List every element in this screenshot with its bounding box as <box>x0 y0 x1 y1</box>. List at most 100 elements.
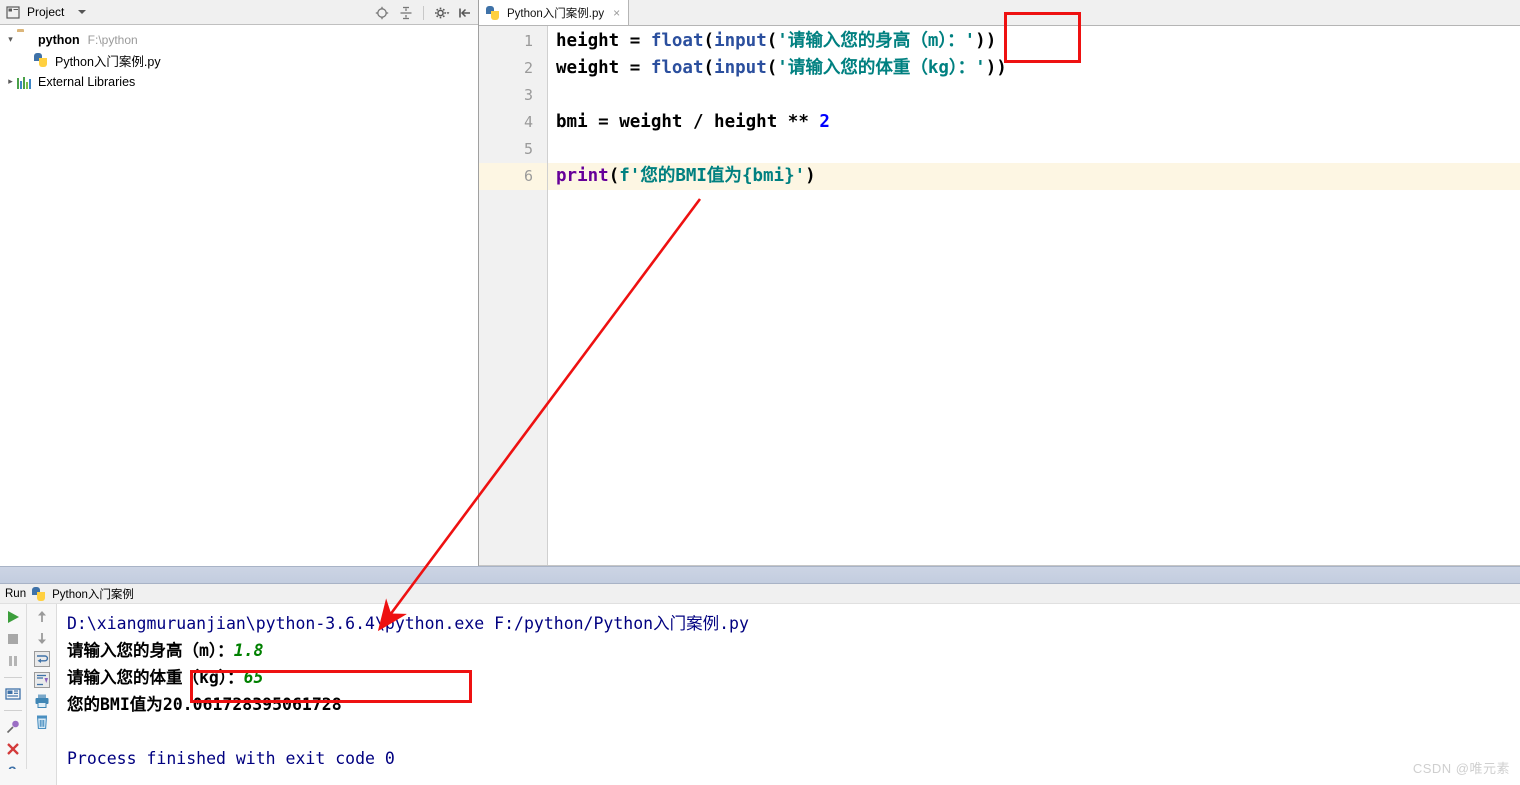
code-token: ( <box>766 31 778 51</box>
project-tool-window: Project ▾ python F:\python Python入门案例.py… <box>0 0 479 566</box>
line-number: 3 <box>523 86 533 104</box>
code-token: = <box>619 58 651 78</box>
libraries-icon <box>17 74 33 90</box>
tree-node-label: External Libraries <box>38 74 136 89</box>
project-view-icon[interactable] <box>6 5 21 20</box>
close-icon[interactable]: × <box>613 6 620 20</box>
code-token: )) <box>975 31 997 51</box>
project-panel-toolbar <box>375 0 472 25</box>
console-icon[interactable] <box>5 686 21 702</box>
settings-gear-icon[interactable] <box>434 6 450 20</box>
chevron-expanded-icon[interactable]: ▾ <box>4 34 17 45</box>
code-line[interactable]: print(f'您的BMI值为{bmi}') <box>548 163 1520 190</box>
print-icon[interactable] <box>34 693 50 709</box>
project-tree: ▾ python F:\python Python入门案例.py ▸ Exter… <box>0 25 478 92</box>
console-text: 20.061728395061728 <box>162 695 342 714</box>
code-token: '您的BMI值为 <box>629 166 742 186</box>
pin-icon[interactable] <box>5 719 21 735</box>
code-token: 2 <box>819 112 830 132</box>
trash-icon[interactable] <box>34 714 50 730</box>
code-token: weight <box>556 58 620 78</box>
console-text: 1.8 <box>233 641 264 660</box>
code-line[interactable]: bmi = weight / height ** 2 <box>548 109 1520 136</box>
run-configuration-name: Python入门案例 <box>52 588 134 601</box>
code-line[interactable]: height = float(input('请输入您的身高（m）：')) <box>548 28 1520 55</box>
python-file-icon <box>32 586 46 601</box>
code-line[interactable] <box>548 82 1520 109</box>
project-panel-header: Project <box>0 0 478 25</box>
console-output[interactable]: D:\xiangmuruanjian\python-3.6.4\python.e… <box>57 604 1520 785</box>
console-line: D:\xiangmuruanjian\python-3.6.4\python.e… <box>67 610 1520 637</box>
code-token: ( <box>703 31 715 51</box>
code-token: f <box>619 166 630 186</box>
code-token: input <box>714 58 767 78</box>
tree-node-python[interactable]: ▾ python F:\python <box>0 29 478 50</box>
line-number: 2 <box>523 59 533 77</box>
tree-node-external-libraries[interactable]: ▸ External Libraries <box>0 71 478 92</box>
code-line[interactable]: weight = float(input('请输入您的体重（kg）：')) <box>548 55 1520 82</box>
tree-node-label: python <box>38 32 80 47</box>
python-file-icon <box>486 5 500 20</box>
console-text: 请输入您的身高（m）： <box>67 641 234 660</box>
folder-icon <box>17 32 33 48</box>
stop-icon[interactable] <box>5 631 21 647</box>
code-token: ( <box>703 58 715 78</box>
collapse-all-icon[interactable] <box>399 6 413 20</box>
line-number: 6 <box>479 163 547 190</box>
code-content[interactable]: height = float(input('请输入您的身高（m）：')) weig… <box>548 26 1520 566</box>
code-token: bmi = weight / height ** <box>556 112 820 132</box>
code-token: '请输入您的身高（m）：' <box>777 31 976 51</box>
bottom-left-filler <box>0 769 27 785</box>
chevron-collapsed-icon[interactable]: ▸ <box>4 76 17 87</box>
console-line: 您的BMI值为20.061728395061728 <box>67 691 1520 718</box>
code-editor[interactable]: 123456 height = float(input('请输入您的身高（m）：… <box>479 26 1520 566</box>
console-line: Process finished with exit code 0 <box>67 745 1520 772</box>
tab-python-file[interactable]: Python入门案例.py × <box>479 0 630 25</box>
line-number: 5 <box>523 140 533 158</box>
code-line[interactable] <box>548 136 1520 163</box>
console-text: Process finished with exit code 0 <box>67 749 395 768</box>
line-number: 1 <box>523 32 533 50</box>
run-panel-header: Run Python入门案例 <box>0 584 1520 604</box>
code-token: )) <box>985 58 1007 78</box>
chevron-down-icon[interactable] <box>78 10 87 14</box>
code-token: ( <box>608 166 620 186</box>
hide-panel-icon[interactable] <box>458 6 472 20</box>
panel-splitter[interactable] <box>0 566 1520 584</box>
code-token: = <box>619 31 651 51</box>
scroll-down-icon[interactable] <box>34 630 50 646</box>
code-token: print <box>556 166 609 186</box>
run-icon[interactable] <box>5 609 21 625</box>
code-token: input <box>714 31 767 51</box>
scroll-up-icon[interactable] <box>34 609 50 625</box>
console-text: 65 <box>243 668 264 687</box>
locate-icon[interactable] <box>375 6 389 20</box>
console-text: 请输入您的体重（kg）： <box>67 668 244 687</box>
code-token: ( <box>766 58 778 78</box>
code-token: ' <box>794 166 806 186</box>
code-token: height <box>556 31 620 51</box>
soft-wrap-icon[interactable] <box>33 651 50 667</box>
run-actions-toolbar: ? <box>0 604 27 785</box>
editor-area: Python入门案例.py × 123456 height = float(in… <box>479 0 1520 566</box>
code-token: ) <box>805 166 816 186</box>
toolbar-divider <box>4 710 22 711</box>
toolbar-divider <box>423 5 424 20</box>
code-token: '请输入您的体重（kg）：' <box>777 58 986 78</box>
console-actions-toolbar <box>27 604 57 785</box>
tree-node-path: F:\python <box>87 32 138 47</box>
console-line: 请输入您的体重（kg）：65 <box>67 664 1520 691</box>
line-number-gutter: 1 2 3 4 5 6 <box>479 26 548 566</box>
console-text: D:\xiangmuruanjian\python-3.6.4\python.e… <box>67 614 749 633</box>
close-icon[interactable] <box>5 741 21 757</box>
run-label: Run <box>5 587 27 600</box>
pause-icon[interactable] <box>5 653 21 669</box>
console-text: 您的BMI值为 <box>67 695 163 714</box>
ide-window: Project ▾ python F:\python Python入门案例.py… <box>0 0 1520 785</box>
console-line: 请输入您的身高（m）：1.8 <box>67 637 1520 664</box>
tree-node-python-file[interactable]: Python入门案例.py <box>0 50 478 71</box>
editor-tabbar: Python入门案例.py × <box>479 0 1520 26</box>
scroll-to-end-icon[interactable] <box>33 672 50 688</box>
tab-label: Python入门案例.py <box>507 7 605 20</box>
